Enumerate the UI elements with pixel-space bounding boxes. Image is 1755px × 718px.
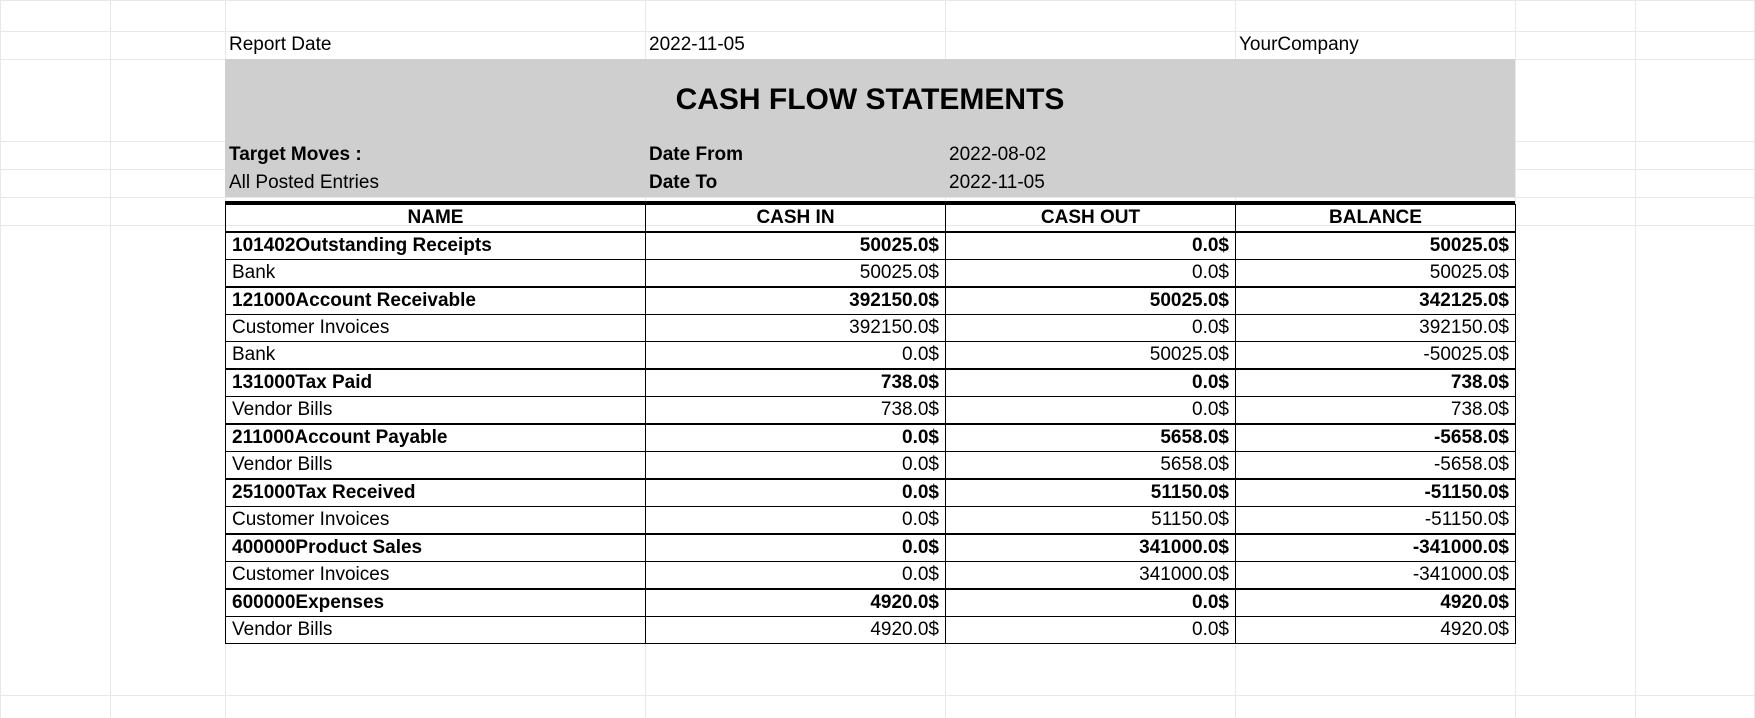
report-date-label: Report Date: [225, 31, 645, 59]
spacer: [945, 31, 1235, 59]
row-cash-in: 392150.0$: [646, 315, 946, 342]
date-to-value: 2022-11-05: [945, 169, 1235, 197]
row-cash-in: 0.0$: [646, 479, 946, 507]
table-row: Bank0.0$50025.0$-50025.0$: [226, 342, 1516, 370]
row-cash-in: 392150.0$: [646, 287, 946, 315]
row-cash-out: 0.0$: [946, 315, 1236, 342]
col-cash-out: CASH OUT: [946, 205, 1236, 233]
date-to-label: Date To: [645, 169, 945, 197]
table-row: 211000Account Payable0.0$5658.0$-5658.0$: [226, 424, 1516, 452]
row-cash-in: 0.0$: [646, 534, 946, 562]
row-cash-in: 4920.0$: [646, 617, 946, 644]
meta-band: Target Moves : Date From 2022-08-02 All …: [225, 141, 1515, 197]
row-balance: -5658.0$: [1236, 452, 1516, 480]
table-row: 400000Product Sales0.0$341000.0$-341000.…: [226, 534, 1516, 562]
row-balance: 392150.0$: [1236, 315, 1516, 342]
row-cash-out: 51150.0$: [946, 507, 1236, 535]
target-moves-label: Target Moves :: [225, 141, 645, 169]
row-cash-in: 4920.0$: [646, 589, 946, 617]
table-header-row: NAME CASH IN CASH OUT BALANCE: [226, 205, 1516, 233]
table-row: Vendor Bills4920.0$0.0$4920.0$: [226, 617, 1516, 644]
target-moves-value: All Posted Entries: [225, 169, 645, 197]
row-cash-in: 0.0$: [646, 507, 946, 535]
row-balance: -51150.0$: [1236, 479, 1516, 507]
row-cash-out: 50025.0$: [946, 287, 1236, 315]
row-name: Customer Invoices: [226, 315, 646, 342]
row-name: Customer Invoices: [226, 562, 646, 590]
row-name: 400000Product Sales: [226, 534, 646, 562]
row-name: Vendor Bills: [226, 397, 646, 425]
row-balance: -341000.0$: [1236, 562, 1516, 590]
row-cash-out: 0.0$: [946, 397, 1236, 425]
row-name: Customer Invoices: [226, 507, 646, 535]
row-name: 600000Expenses: [226, 589, 646, 617]
row-balance: 50025.0$: [1236, 232, 1516, 260]
row-balance: -51150.0$: [1236, 507, 1516, 535]
row-cash-out: 0.0$: [946, 232, 1236, 260]
row-cash-in: 0.0$: [646, 562, 946, 590]
table-row: 101402Outstanding Receipts50025.0$0.0$50…: [226, 232, 1516, 260]
report-content: Report Date 2022-11-05 YourCompany CASH …: [225, 31, 1515, 644]
row-cash-out: 0.0$: [946, 369, 1236, 397]
row-cash-out: 341000.0$: [946, 534, 1236, 562]
row-cash-out: 5658.0$: [946, 452, 1236, 480]
table-row: 121000Account Receivable392150.0$50025.0…: [226, 287, 1516, 315]
row-cash-in: 50025.0$: [646, 232, 946, 260]
table-row: Customer Invoices0.0$341000.0$-341000.0$: [226, 562, 1516, 590]
row-cash-in: 738.0$: [646, 397, 946, 425]
table-row: Customer Invoices0.0$51150.0$-51150.0$: [226, 507, 1516, 535]
row-name: 121000Account Receivable: [226, 287, 646, 315]
date-from-label: Date From: [645, 141, 945, 169]
row-name: Bank: [226, 342, 646, 370]
row-balance: 4920.0$: [1236, 617, 1516, 644]
row-name: Vendor Bills: [226, 617, 646, 644]
row-name: 131000Tax Paid: [226, 369, 646, 397]
row-cash-in: 0.0$: [646, 424, 946, 452]
date-from-value: 2022-08-02: [945, 141, 1235, 169]
row-cash-in: 0.0$: [646, 452, 946, 480]
table-row: 251000Tax Received0.0$51150.0$-51150.0$: [226, 479, 1516, 507]
table-row: Vendor Bills738.0$0.0$738.0$: [226, 397, 1516, 425]
row-cash-out: 0.0$: [946, 589, 1236, 617]
row-name: 101402Outstanding Receipts: [226, 232, 646, 260]
row-cash-out: 0.0$: [946, 617, 1236, 644]
company-name: YourCompany: [1235, 31, 1515, 59]
row-cash-out: 51150.0$: [946, 479, 1236, 507]
row-name: 211000Account Payable: [226, 424, 646, 452]
col-cash-in: CASH IN: [646, 205, 946, 233]
row-cash-in: 738.0$: [646, 369, 946, 397]
row-cash-out: 50025.0$: [946, 342, 1236, 370]
report-title: CASH FLOW STATEMENTS: [225, 59, 1515, 141]
table-row: Bank50025.0$0.0$50025.0$: [226, 260, 1516, 288]
row-cash-out: 341000.0$: [946, 562, 1236, 590]
spacer: [1235, 141, 1515, 169]
table-row: Vendor Bills0.0$5658.0$-5658.0$: [226, 452, 1516, 480]
row-balance: 738.0$: [1236, 369, 1516, 397]
table-row: Customer Invoices392150.0$0.0$392150.0$: [226, 315, 1516, 342]
row-cash-in: 0.0$: [646, 342, 946, 370]
row-cash-out: 0.0$: [946, 260, 1236, 288]
row-name: 251000Tax Received: [226, 479, 646, 507]
spreadsheet-canvas: Report Date 2022-11-05 YourCompany CASH …: [0, 0, 1755, 718]
row-balance: 342125.0$: [1236, 287, 1516, 315]
row-balance: -341000.0$: [1236, 534, 1516, 562]
spacer: [1235, 169, 1515, 197]
row-balance: -5658.0$: [1236, 424, 1516, 452]
row-cash-out: 5658.0$: [946, 424, 1236, 452]
row-balance: -50025.0$: [1236, 342, 1516, 370]
report-date-value: 2022-11-05: [645, 31, 945, 59]
row-name: Vendor Bills: [226, 452, 646, 480]
row-cash-in: 50025.0$: [646, 260, 946, 288]
cash-flow-table: NAME CASH IN CASH OUT BALANCE 101402Outs…: [225, 204, 1516, 644]
row-balance: 738.0$: [1236, 397, 1516, 425]
row-balance: 50025.0$: [1236, 260, 1516, 288]
row-name: Bank: [226, 260, 646, 288]
table-row: 600000Expenses4920.0$0.0$4920.0$: [226, 589, 1516, 617]
col-balance: BALANCE: [1236, 205, 1516, 233]
row-balance: 4920.0$: [1236, 589, 1516, 617]
table-row: 131000Tax Paid738.0$0.0$738.0$: [226, 369, 1516, 397]
col-name: NAME: [226, 205, 646, 233]
report-date-row: Report Date 2022-11-05 YourCompany: [225, 31, 1515, 59]
